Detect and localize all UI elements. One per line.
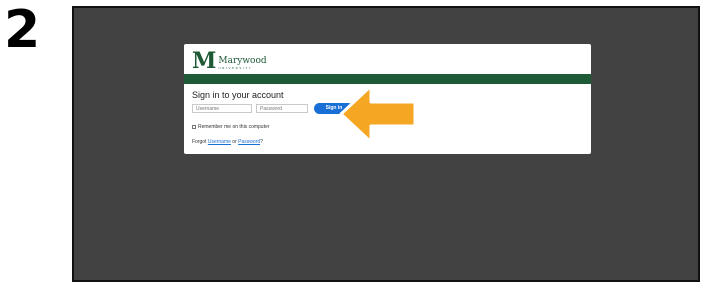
forgot-username-link[interactable]: Username [208,139,231,145]
pointer-arrow-icon [339,84,417,144]
logo-mark: M [192,48,217,74]
university-logo: M Marywood UNIVERSITY [192,48,267,74]
remember-checkbox[interactable] [192,125,196,129]
logo-subtitle: UNIVERSITY [218,66,253,70]
remember-me[interactable]: Remember me on this computer [192,124,269,130]
username-input[interactable]: Username [192,104,252,113]
step-number: 2 [4,0,40,60]
logo-name: Marywood [218,56,267,66]
remember-label: Remember me on this computer [198,124,270,130]
arrow-shape [339,84,417,144]
forgot-password-link[interactable]: Password [238,139,260,145]
login-title: Sign in to your account [192,90,284,100]
password-input[interactable]: Password [256,104,308,113]
forgot-links: Forgot Username or Password? [192,139,263,145]
